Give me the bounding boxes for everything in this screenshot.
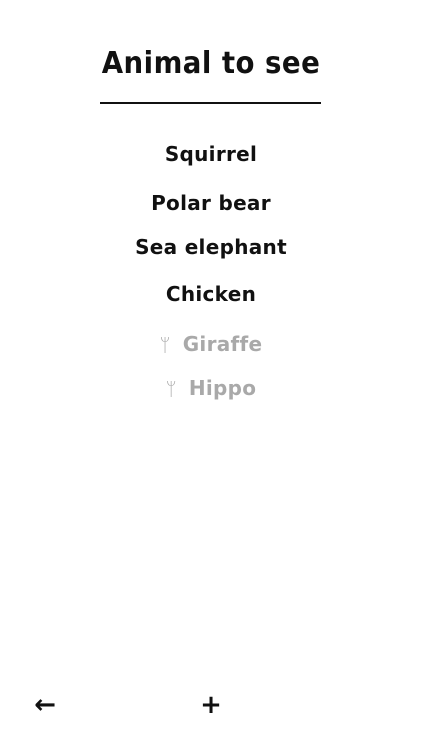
back-button[interactable]: ← [30, 690, 60, 720]
list-item[interactable]: Squirrel [0, 142, 422, 166]
list-item-label: Chicken [165, 282, 257, 306]
check-icon: ᛘ [165, 379, 177, 400]
list-item[interactable]: Sea elephant [0, 235, 422, 259]
list-item-done[interactable]: ᛘ Giraffe [0, 332, 422, 356]
plus-icon: + [200, 690, 222, 720]
add-button[interactable]: + [196, 690, 226, 720]
list-item-label: Sea elephant [135, 235, 287, 259]
list-item-label: Polar bear [151, 191, 271, 215]
list-item[interactable]: Polar bear [0, 191, 422, 215]
list-item[interactable]: Chicken [0, 282, 422, 306]
check-icon: ᛘ [159, 335, 171, 356]
arrow-left-icon: ← [34, 690, 56, 720]
title-divider [100, 102, 321, 104]
list-item-label: Giraffe [182, 332, 263, 356]
list-item-label: Squirrel [164, 142, 258, 166]
list-item-done[interactable]: ᛘ Hippo [0, 376, 422, 400]
page-title: Animal to see [101, 46, 321, 81]
list-item-label: Hippo [188, 376, 257, 400]
